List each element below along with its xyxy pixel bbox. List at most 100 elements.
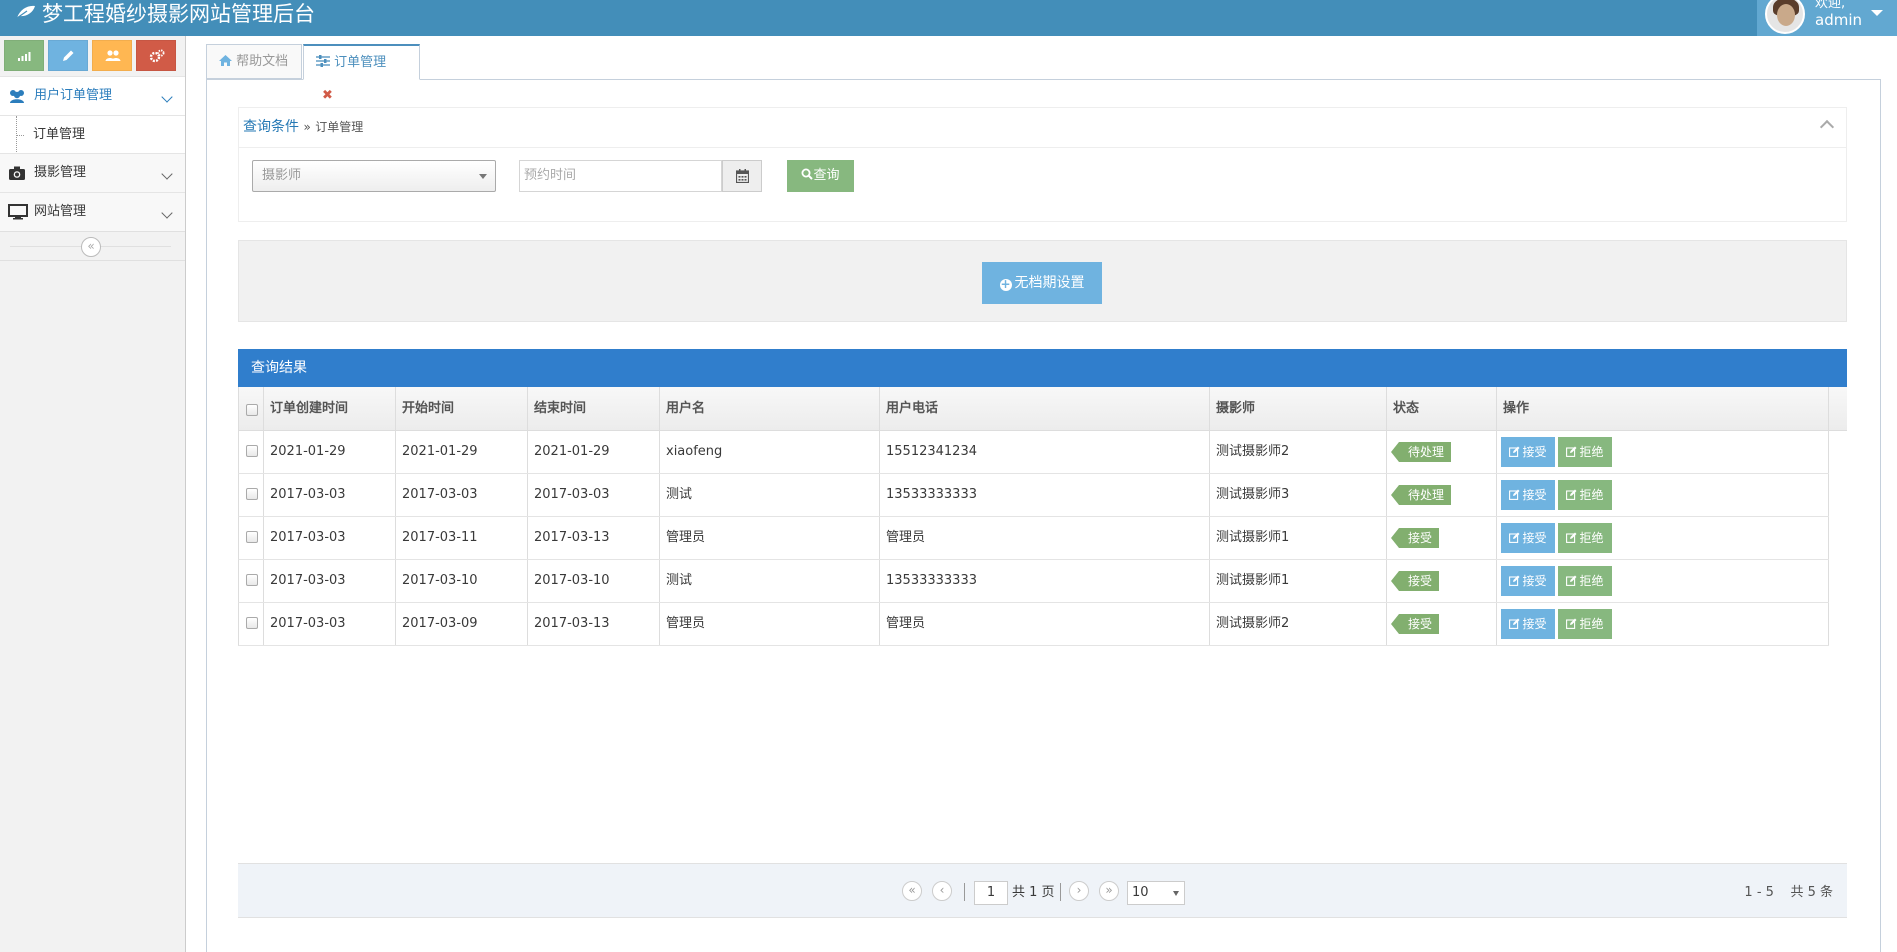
table-cell: xiaofeng: [660, 431, 880, 473]
shortcut-users-button[interactable]: [92, 40, 132, 71]
row-checkbox[interactable]: [246, 531, 258, 543]
table-cell: 管理员: [660, 517, 880, 559]
edit-icon: [1509, 532, 1520, 543]
table-row[interactable]: 2021-01-29 2021-01-29 2021-01-29 xiaofeng 15…: [238, 431, 1829, 474]
accept-button[interactable]: 接受: [1501, 608, 1555, 639]
brand[interactable]: 梦工程婚纱摄影网站管理后台: [16, 0, 315, 30]
close-icon[interactable]: ✖: [322, 88, 333, 103]
accept-button[interactable]: 接受: [1501, 479, 1555, 510]
photographer-select[interactable]: 摄影师: [252, 160, 496, 192]
table-row[interactable]: 2017-03-03 2017-03-09 2017-03-13 管理员 管理员 测试摄影…: [238, 603, 1829, 646]
reject-button[interactable]: 拒绝: [1558, 479, 1612, 510]
column-header[interactable]: 状态: [1387, 387, 1497, 430]
status-cell: 接受: [1387, 560, 1497, 602]
no-schedule-setting-button[interactable]: + 无档期设置: [982, 262, 1102, 304]
tab-label: 订单管理: [334, 55, 387, 70]
reject-button[interactable]: 拒绝: [1558, 522, 1612, 553]
chevron-down-icon: [161, 207, 173, 219]
row-select-cell: [239, 517, 264, 559]
table-row[interactable]: 2017-03-03 2017-03-03 2017-03-03 测试 13533333…: [238, 474, 1829, 517]
accept-button[interactable]: 接受: [1501, 565, 1555, 596]
status-badge: 接受: [1390, 527, 1440, 548]
double-angle-left-icon[interactable]: «: [81, 237, 101, 257]
table-row[interactable]: 2017-03-03 2017-03-11 2017-03-13 管理员 管理员 测试摄影…: [238, 517, 1829, 560]
next-page-icon[interactable]: ›: [1069, 881, 1089, 901]
tab-order-management[interactable]: 订单管理 ✖: [303, 44, 420, 103]
edit-icon: [1509, 489, 1520, 500]
reject-button[interactable]: 拒绝: [1558, 436, 1612, 467]
page-number-input[interactable]: 1: [974, 881, 1008, 905]
status-cell: 待处理: [1387, 431, 1497, 473]
column-header[interactable]: 开始时间: [396, 387, 528, 430]
calendar-button[interactable]: [722, 160, 762, 192]
table-cell: 2021-01-29: [528, 431, 660, 473]
table-row[interactable]: 2017-03-03 2017-03-10 2017-03-10 测试 13533333…: [238, 560, 1829, 603]
users-icon: [105, 50, 121, 61]
row-checkbox[interactable]: [246, 445, 258, 457]
sidebar-item-user-orders[interactable]: 用户订单管理: [0, 76, 185, 115]
status-cell: 待处理: [1387, 474, 1497, 516]
sidebar-item-photography[interactable]: 摄影管理: [0, 153, 185, 192]
table-cell: 2017-03-03: [528, 474, 660, 516]
accept-button[interactable]: 接受: [1501, 522, 1555, 553]
column-header[interactable]: 摄影师: [1210, 387, 1387, 430]
row-select-cell: [239, 603, 264, 645]
caret-down-icon: [479, 174, 487, 179]
row-checkbox[interactable]: [246, 488, 258, 500]
table-cell: 2017-03-03: [264, 603, 396, 645]
table-cell: 测试: [660, 474, 880, 516]
user-name: admin: [1815, 11, 1862, 29]
user-menu[interactable]: 欢迎, admin: [1757, 0, 1897, 36]
table-cell: 2017-03-10: [528, 560, 660, 602]
grid-caption: 查询结果: [238, 349, 1847, 387]
chevron-up-icon[interactable]: [1819, 119, 1835, 135]
column-header[interactable]: 用户电话: [880, 387, 1210, 430]
row-checkbox[interactable]: [246, 574, 258, 586]
records-info: 1 - 5 共 5 条: [1744, 885, 1833, 900]
accept-button[interactable]: 接受: [1501, 436, 1555, 467]
table-cell: 测试摄影师2: [1210, 603, 1387, 645]
search-button[interactable]: 查询: [787, 160, 854, 192]
status-badge: 待处理: [1390, 484, 1452, 505]
actions-cell: 接受 拒绝: [1497, 603, 1829, 645]
table-cell: 测试摄影师1: [1210, 560, 1387, 602]
sidebar-item-label: 订单管理: [33, 127, 86, 142]
home-icon: [219, 55, 232, 66]
table-cell: 13533333333: [880, 474, 1210, 516]
column-header[interactable]: 结束时间: [528, 387, 660, 430]
table-cell: 2017-03-10: [396, 560, 528, 602]
last-page-icon[interactable]: »: [1099, 881, 1119, 901]
appointment-date-input[interactable]: 预约时间: [519, 160, 722, 192]
sidebar-item-website[interactable]: 网站管理: [0, 192, 185, 231]
pencil-icon: [63, 50, 74, 61]
column-header[interactable]: 用户名: [660, 387, 880, 430]
sidebar-item-order-management[interactable]: 订单管理: [0, 115, 185, 154]
table-cell: 15512341234: [880, 431, 1210, 473]
prev-page-icon[interactable]: ‹: [932, 881, 952, 901]
row-select-cell: [239, 560, 264, 602]
shortcut-pencil-button[interactable]: [48, 40, 88, 71]
reject-button[interactable]: 拒绝: [1558, 608, 1612, 639]
table-cell: 2017-03-13: [528, 517, 660, 559]
reject-button[interactable]: 拒绝: [1558, 565, 1612, 596]
shortcut-signal-button[interactable]: [4, 40, 44, 71]
breadcrumb-main[interactable]: 查询条件: [243, 119, 299, 135]
camera-icon: [9, 166, 25, 180]
avatar[interactable]: [1765, 0, 1805, 34]
select-all-checkbox[interactable]: [246, 404, 258, 416]
select-all-cell: [239, 387, 264, 430]
page-size-select[interactable]: 10: [1127, 881, 1185, 905]
tab-help-docs[interactable]: 帮助文档: [206, 44, 302, 79]
first-page-icon[interactable]: «: [902, 881, 922, 901]
caret-down-icon[interactable]: [1871, 10, 1883, 16]
status-badge: 接受: [1390, 570, 1440, 591]
row-checkbox[interactable]: [246, 617, 258, 629]
signal-icon: [18, 52, 31, 61]
table-cell: 测试摄影师2: [1210, 431, 1387, 473]
row-select-cell: [239, 431, 264, 473]
shortcut-cogs-button[interactable]: [136, 40, 176, 71]
column-header[interactable]: 操作: [1497, 387, 1829, 430]
grid-header: 订单创建时间 开始时间 结束时间 用户名 用户电话 摄影师 状态 操作: [238, 387, 1847, 431]
breadcrumb-current: 订单管理: [315, 120, 364, 134]
column-header[interactable]: 订单创建时间: [264, 387, 396, 430]
